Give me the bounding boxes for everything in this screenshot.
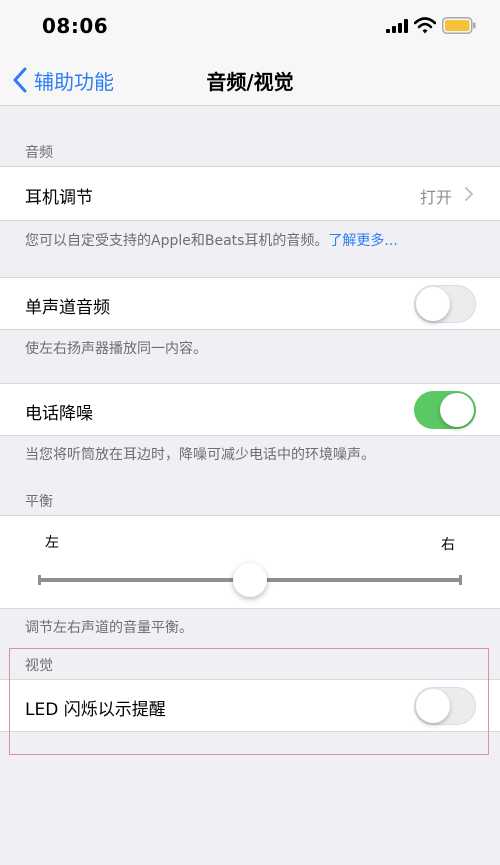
navigation-bar: 辅助功能 音频/视觉 <box>0 56 500 106</box>
battery-icon <box>442 17 476 34</box>
led-flash-label: LED 闪烁以示提醒 <box>25 700 166 720</box>
section-header-visual: 视觉 <box>25 658 53 674</box>
headphone-footer: 您可以自定受支持的Apple和Beats耳机的音频。了解更多... <box>25 230 398 250</box>
section-header-balance: 平衡 <box>25 494 53 510</box>
noise-cancellation-toggle[interactable] <box>414 391 476 429</box>
status-time: 08:06 <box>42 14 109 38</box>
slider-end-cap-left <box>38 575 41 585</box>
balance-footer: 调节左右声道的音量平衡。 <box>25 620 193 636</box>
toggle-knob <box>416 287 450 321</box>
slider-end-cap-right <box>459 575 462 585</box>
mono-audio-row: 单声道音频 <box>0 277 500 330</box>
headphone-footer-text: 您可以自定受支持的Apple和Beats耳机的音频。 <box>25 233 329 249</box>
phone-noise-cancellation-row: 电话降噪 <box>0 383 500 436</box>
led-flash-toggle[interactable] <box>414 687 476 725</box>
wifi-icon <box>414 17 436 34</box>
toggle-knob <box>416 689 450 723</box>
led-flash-row: LED 闪烁以示提醒 <box>0 679 500 732</box>
mono-audio-toggle[interactable] <box>414 285 476 323</box>
noise-cancellation-footer: 当您将听筒放在耳边时，降噪可减少电话中的环境噪声。 <box>25 447 375 463</box>
mono-audio-label: 单声道音频 <box>25 298 110 318</box>
balance-slider-thumb[interactable] <box>233 563 267 597</box>
learn-more-link[interactable]: 了解更多... <box>328 233 397 249</box>
chevron-right-icon <box>465 187 473 201</box>
toggle-knob <box>440 393 474 427</box>
headphone-value: 打开 <box>419 188 452 207</box>
balance-left-label: 左 <box>45 535 59 551</box>
section-header-audio: 音频 <box>25 145 53 161</box>
headphone-label: 耳机调节 <box>25 188 93 208</box>
page-title: 音频/视觉 <box>206 70 294 94</box>
noise-cancellation-label: 电话降噪 <box>25 404 93 424</box>
headphone-accommodations-row[interactable]: 耳机调节 打开 <box>0 166 500 221</box>
cellular-signal-icon <box>386 19 408 33</box>
balance-right-label: 右 <box>441 537 455 553</box>
mono-audio-footer: 使左右扬声器播放同一内容。 <box>25 341 207 357</box>
balance-row: 左 右 <box>0 515 500 609</box>
status-bar: 08:06 <box>0 0 500 56</box>
